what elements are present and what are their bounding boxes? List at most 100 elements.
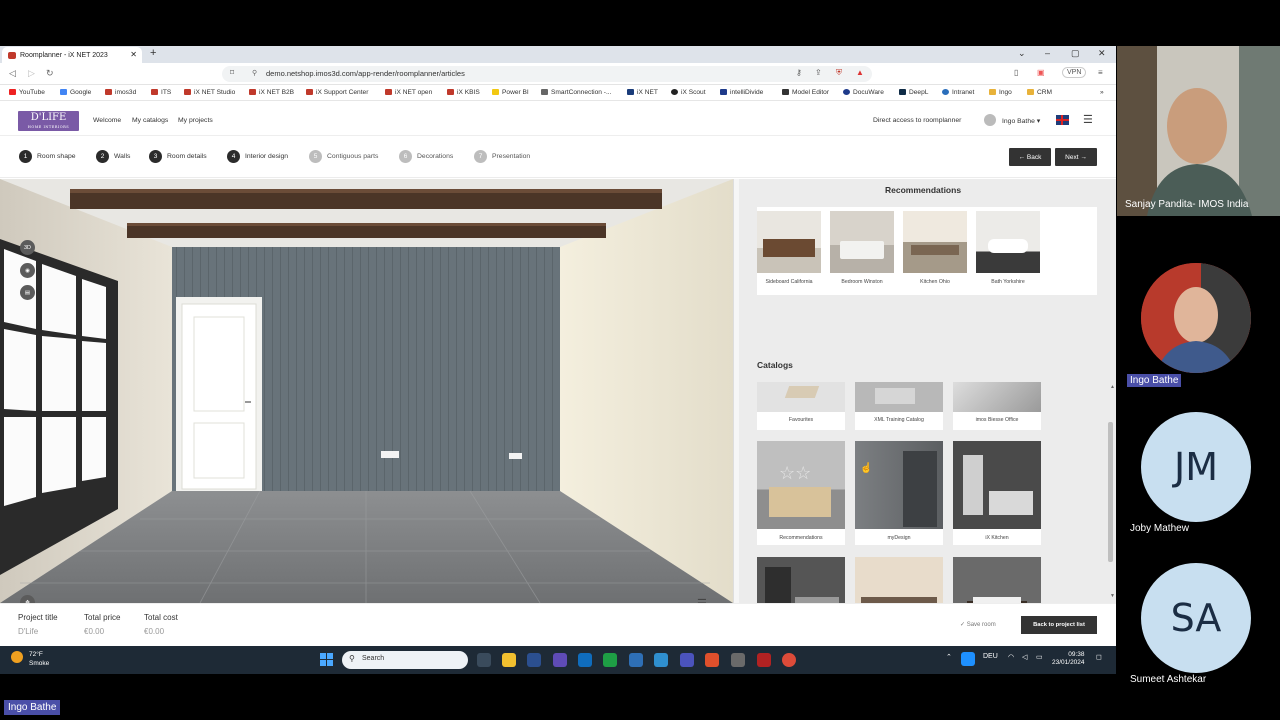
catalog-recommendations[interactable]: ☆☆ Recommendations [757, 441, 845, 545]
more-bookmarks-icon[interactable]: » [1100, 89, 1104, 96]
weather-widget[interactable]: 72°F Smoke [11, 651, 49, 667]
bookmark-item[interactable]: iX KBIS [447, 89, 480, 96]
vpn-button[interactable]: VPN [1062, 67, 1087, 78]
browser-tab[interactable]: Roomplanner - iX NET 2023 ✕ [2, 47, 142, 63]
catalog-ix-kitchen[interactable]: iX Kitchen [953, 441, 1041, 545]
bookmark-item[interactable]: CRM [1027, 89, 1052, 96]
reco-sideboard-california[interactable]: Sideboard California [757, 211, 821, 289]
step-presentation[interactable]: 7 Presentation [474, 150, 530, 163]
forward-nav-icon[interactable]: ▷ [28, 68, 35, 79]
bookmark-icon[interactable]: ⌑ [230, 68, 234, 77]
address-bar[interactable]: ⌑ ⚲ demo.netshop.imos3d.com/app-render/r… [222, 66, 872, 82]
bookmark-item[interactable]: Google [60, 89, 91, 96]
tray-overflow-icon[interactable]: ⌃ [946, 653, 952, 661]
bookmark-item[interactable]: iX NET Studio [184, 89, 235, 96]
step-interior-design[interactable]: 4 Interior design [227, 150, 288, 163]
save-room-button[interactable]: ✓ Save room [960, 621, 996, 628]
task-view-icon[interactable] [477, 653, 491, 667]
microphone-icon[interactable] [961, 652, 975, 666]
app-icon[interactable] [654, 653, 668, 667]
reco-bath-yorkshire[interactable]: Bath Yorkshire [976, 211, 1040, 289]
step-room-shape[interactable]: 1 Room shape [19, 150, 76, 163]
reco-bedroom-winston[interactable]: Bedroom Winston [830, 211, 894, 289]
sidebar-icon[interactable]: ▯ [1014, 68, 1018, 77]
step-room-details[interactable]: 3 Room details [149, 150, 207, 163]
catalog-xml-training[interactable]: XML Training Catalog [855, 382, 943, 430]
battery-icon[interactable]: ▭ [1036, 653, 1043, 661]
language-indicator[interactable]: DEU [983, 653, 998, 660]
bookmark-item[interactable]: Model Editor [782, 89, 829, 96]
app-window-icon[interactable] [731, 653, 745, 667]
bookmark-item[interactable]: SmartConnection -... [541, 89, 611, 96]
catalog-imos-biesse-office[interactable]: imos Biesse Office [953, 382, 1041, 430]
layers-icon[interactable]: ▤ [20, 285, 35, 300]
share-icon[interactable]: ⇪ [815, 68, 822, 77]
new-tab-icon[interactable]: + [150, 47, 156, 59]
bookmark-item[interactable]: iX Support Center [306, 89, 368, 96]
reload-icon[interactable]: ↻ [46, 68, 54, 79]
next-button[interactable]: Next → [1055, 148, 1097, 166]
minimize-icon[interactable]: – [1045, 48, 1050, 58]
bookmark-item[interactable]: iX NET open [385, 89, 432, 96]
room-3d-view[interactable]: 3D ◉ ▤ ✥ ↺ ☰ ⚙ [0, 179, 733, 603]
nav-my-catalogs[interactable]: My catalogs [132, 117, 168, 124]
step-decorations[interactable]: 6 Decorations [399, 150, 453, 163]
system-clock[interactable]: 09:38 23/01/2024 [1052, 651, 1085, 667]
back-to-project-list-button[interactable]: Back to project list [1021, 616, 1097, 634]
catalog-item-9[interactable] [953, 557, 1041, 603]
windows-start-icon[interactable] [320, 653, 333, 666]
dlife-logo[interactable]: D'LIFE HOME INTERIORS [18, 111, 79, 131]
move-view-icon[interactable]: ✥ [20, 595, 35, 603]
volume-icon[interactable]: ◁ [1022, 653, 1027, 661]
bookmark-item[interactable]: imos3d [105, 89, 136, 96]
outlook-icon[interactable] [578, 653, 592, 667]
tab-search-icon[interactable]: ⌄ [1018, 48, 1026, 59]
visibility-eye-icon[interactable]: ◉ [20, 263, 35, 278]
back-nav-icon[interactable]: ◁ [9, 68, 16, 79]
back-button[interactable]: ← Back [1009, 148, 1051, 166]
3d-mode-button[interactable]: 3D [20, 240, 35, 255]
app-red-icon[interactable] [757, 653, 771, 667]
brave-browser-icon[interactable] [705, 653, 719, 667]
bookmark-item[interactable]: DocuWare [843, 89, 884, 96]
teams-icon[interactable] [553, 653, 567, 667]
site-info-icon[interactable]: ⚲ [252, 69, 257, 77]
bookmark-item[interactable]: iX Scout [671, 89, 706, 96]
bookmark-item[interactable]: intelliDivide [720, 89, 763, 96]
catalog-item-8[interactable] [855, 557, 943, 603]
step-walls[interactable]: 2 Walls [96, 150, 130, 163]
scroll-down-icon[interactable]: ▼ [1110, 593, 1115, 599]
chrome-icon[interactable] [782, 653, 796, 667]
user-avatar-icon[interactable] [984, 114, 996, 126]
notifications-icon[interactable]: ◻ [1096, 653, 1102, 661]
wifi-icon[interactable]: ◠ [1008, 653, 1014, 661]
bookmark-item[interactable]: YouTube [9, 89, 45, 96]
key-icon[interactable]: ⚷ [796, 68, 802, 77]
bookmark-item[interactable]: ITS [151, 89, 171, 96]
bookmark-item[interactable]: iX NET B2B [249, 89, 294, 96]
reco-kitchen-ohio[interactable]: Kitchen Ohio [903, 211, 967, 289]
app-c-icon[interactable] [527, 653, 541, 667]
excel-icon[interactable] [603, 653, 617, 667]
nav-my-projects[interactable]: My projects [178, 117, 213, 124]
nav-welcome[interactable]: Welcome [93, 117, 121, 124]
wallet-icon[interactable]: ▣ [1037, 68, 1045, 77]
hamburger-menu-icon[interactable]: ☰ [1083, 113, 1093, 126]
maximize-icon[interactable]: ▢ [1071, 48, 1080, 59]
step-contiguous-parts[interactable]: 5 Contiguous parts [309, 150, 378, 163]
catalog-item-7[interactable] [757, 557, 845, 603]
menu-icon[interactable]: ≡ [1098, 68, 1103, 77]
bookmark-item[interactable]: Ingo [989, 89, 1012, 96]
catalog-mydesign[interactable]: myDesign [855, 441, 943, 545]
bookmark-item[interactable]: Intranet [942, 89, 974, 96]
taskbar-search[interactable]: ⚲ Search [342, 651, 468, 669]
direct-access-link[interactable]: Direct access to roomplanner [873, 117, 961, 124]
panel-scrollbar[interactable] [1108, 422, 1113, 562]
teams-alt-icon[interactable] [680, 653, 694, 667]
uk-flag-icon[interactable] [1056, 115, 1069, 125]
bookmark-item[interactable]: iX NET [627, 89, 658, 96]
security-app-icon[interactable] [629, 653, 643, 667]
bookmark-item[interactable]: Power BI [492, 89, 529, 96]
brave-shield-icon[interactable]: ⛨ [836, 68, 842, 78]
close-window-icon[interactable]: ✕ [1098, 48, 1106, 59]
